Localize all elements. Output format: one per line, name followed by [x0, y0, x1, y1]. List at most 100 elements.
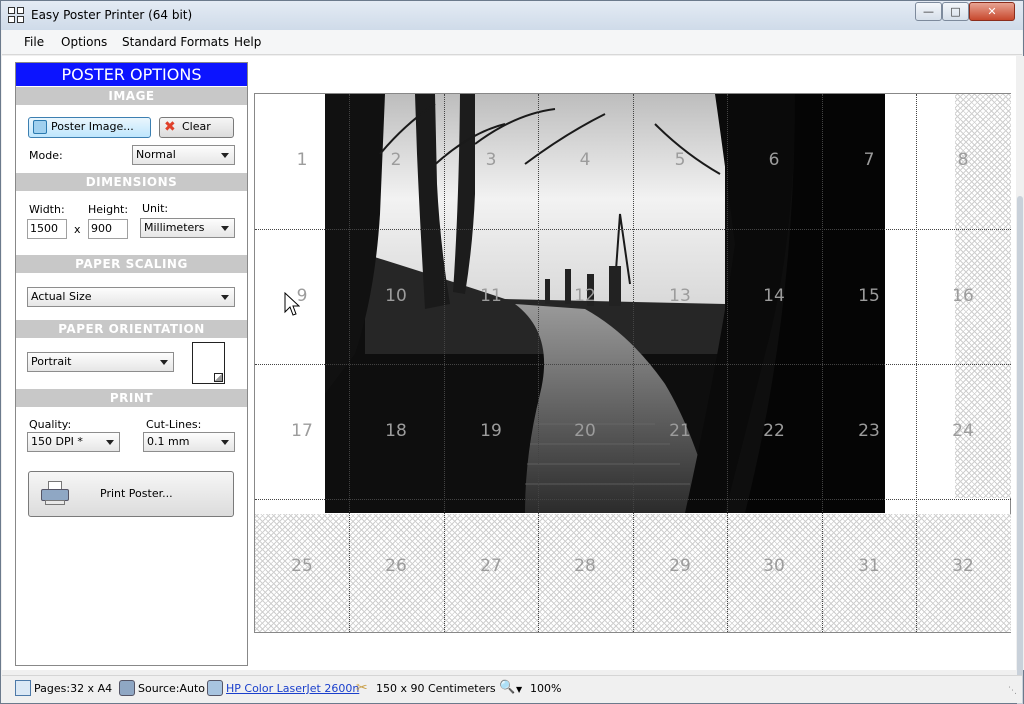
- page-number: 2: [390, 150, 402, 170]
- page-number: 1: [296, 150, 308, 170]
- page-divider-v1: [349, 94, 350, 632]
- page-number: 3: [485, 150, 497, 170]
- image-icon: [33, 120, 47, 134]
- status-source: Source:Auto: [138, 682, 206, 695]
- menu-options[interactable]: Options: [61, 35, 107, 49]
- page-number: 27: [480, 556, 502, 576]
- scroll-thumb[interactable]: [1017, 196, 1023, 704]
- page-divider-v5: [727, 94, 728, 632]
- app-window: Easy Poster Printer (64 bit) — □ ✕ File …: [0, 0, 1024, 704]
- page-number: 6: [768, 150, 780, 170]
- section-print-header: PRINT: [16, 389, 247, 407]
- close-button[interactable]: ✕: [969, 2, 1015, 21]
- chevron-down-icon: [221, 440, 229, 445]
- status-printer-link[interactable]: HP Color LaserJet 2600n: [226, 682, 359, 695]
- printer-source-icon: [119, 680, 135, 696]
- paper-orientation-select[interactable]: Portrait: [27, 352, 174, 372]
- clear-icon: ✖: [164, 119, 176, 135]
- print-poster-label: Print Poster...: [100, 487, 173, 500]
- section-paper-scaling-header: PAPER SCALING: [16, 255, 247, 273]
- page-number: 19: [480, 421, 502, 441]
- height-input[interactable]: 900: [88, 219, 128, 239]
- unit-label: Unit:: [142, 202, 169, 215]
- pages-icon: [15, 680, 31, 696]
- resize-grip-icon[interactable]: ⋱: [1008, 686, 1017, 696]
- cut-lines-value: 0.1 mm: [147, 435, 190, 448]
- zoom-dropdown-icon[interactable]: ▼: [516, 685, 522, 694]
- quality-select[interactable]: 150 DPI *: [27, 432, 120, 452]
- printer-icon: [207, 680, 223, 696]
- page-number: 7: [863, 150, 875, 170]
- page-number: 17: [291, 421, 313, 441]
- poster-image-button[interactable]: Poster Image...: [28, 117, 151, 138]
- page-divider-h2: [255, 364, 1011, 365]
- page-number: 5: [674, 150, 686, 170]
- page-divider-h3: [255, 499, 1011, 500]
- page-divider-v6: [822, 94, 823, 632]
- page-number: 9: [296, 286, 308, 306]
- cut-lines-label: Cut-Lines:: [146, 418, 202, 431]
- quality-label: Quality:: [29, 418, 72, 431]
- page-number: 18: [385, 421, 407, 441]
- page-number: 21: [669, 421, 691, 441]
- mode-value: Normal: [136, 148, 176, 161]
- page-number: 30: [763, 556, 785, 576]
- menu-help[interactable]: Help: [234, 35, 261, 49]
- poster-preview[interactable]: 1 2 3 4 5 6 7 8 9 10 11 12 13 14 15 16 17 18 19 20 21 22 23 24 2…: [254, 93, 1011, 633]
- minimize-button[interactable]: —: [915, 2, 942, 21]
- chevron-down-icon: [221, 226, 229, 231]
- page-divider-v7: [916, 94, 917, 632]
- page-number: 20: [574, 421, 596, 441]
- chevron-down-icon: [106, 440, 114, 445]
- chevron-down-icon: [160, 360, 168, 365]
- maximize-button[interactable]: □: [942, 2, 969, 21]
- menu-standard-formats[interactable]: Standard Formats: [122, 35, 229, 49]
- vertical-scrollbar[interactable]: [1016, 56, 1024, 704]
- menu-file[interactable]: File: [24, 35, 44, 49]
- width-input[interactable]: 1500: [27, 219, 67, 239]
- page-number: 26: [385, 556, 407, 576]
- height-label: Height:: [88, 203, 129, 216]
- width-label: Width:: [29, 203, 65, 216]
- section-dimensions-header: DIMENSIONS: [16, 173, 247, 191]
- page-number: 8: [957, 150, 969, 170]
- scissors-icon: ✂: [356, 680, 368, 696]
- paper-scaling-select[interactable]: Actual Size: [27, 287, 235, 307]
- app-icon: [8, 7, 24, 23]
- page-divider-v3: [538, 94, 539, 632]
- section-paper-orientation-header: PAPER ORIENTATION: [16, 320, 247, 338]
- page-number: 4: [579, 150, 591, 170]
- zoom-icon[interactable]: 🔍: [499, 680, 515, 696]
- page-number: 12: [574, 286, 596, 306]
- chevron-down-icon: [221, 153, 229, 158]
- page-number: 10: [385, 286, 407, 306]
- status-bar: Pages:32 x A4 Source:Auto HP Color Laser…: [2, 675, 1022, 703]
- page-number: 29: [669, 556, 691, 576]
- quality-value: 150 DPI *: [31, 435, 83, 448]
- mode-select[interactable]: Normal: [132, 145, 235, 165]
- page-number: 25: [291, 556, 313, 576]
- page-number: 28: [574, 556, 596, 576]
- status-size: 150 x 90 Centimeters: [376, 682, 496, 695]
- status-pages: Pages:32 x A4: [34, 682, 113, 695]
- times-separator: x: [74, 223, 81, 236]
- unit-select[interactable]: Millimeters: [140, 218, 235, 238]
- portrait-page-icon: [192, 342, 225, 384]
- section-image-header: IMAGE: [16, 87, 247, 105]
- unit-value: Millimeters: [144, 221, 205, 234]
- window-title: Easy Poster Printer (64 bit): [31, 8, 193, 22]
- clear-label: Clear: [182, 120, 211, 133]
- page-divider-v4: [633, 94, 634, 632]
- page-divider-v2: [444, 94, 445, 632]
- page-divider-h1: [255, 229, 1011, 230]
- page-number: 31: [858, 556, 880, 576]
- poster-image-label: Poster Image...: [51, 120, 134, 133]
- cut-lines-select[interactable]: 0.1 mm: [143, 432, 235, 452]
- panel-title: POSTER OPTIONS: [16, 63, 247, 86]
- page-number: 15: [858, 286, 880, 306]
- status-zoom: 100%: [530, 682, 562, 695]
- page-number: 23: [858, 421, 880, 441]
- print-poster-button[interactable]: Print Poster...: [28, 471, 234, 517]
- clear-button[interactable]: ✖ Clear: [159, 117, 234, 138]
- paper-scaling-value: Actual Size: [31, 290, 92, 303]
